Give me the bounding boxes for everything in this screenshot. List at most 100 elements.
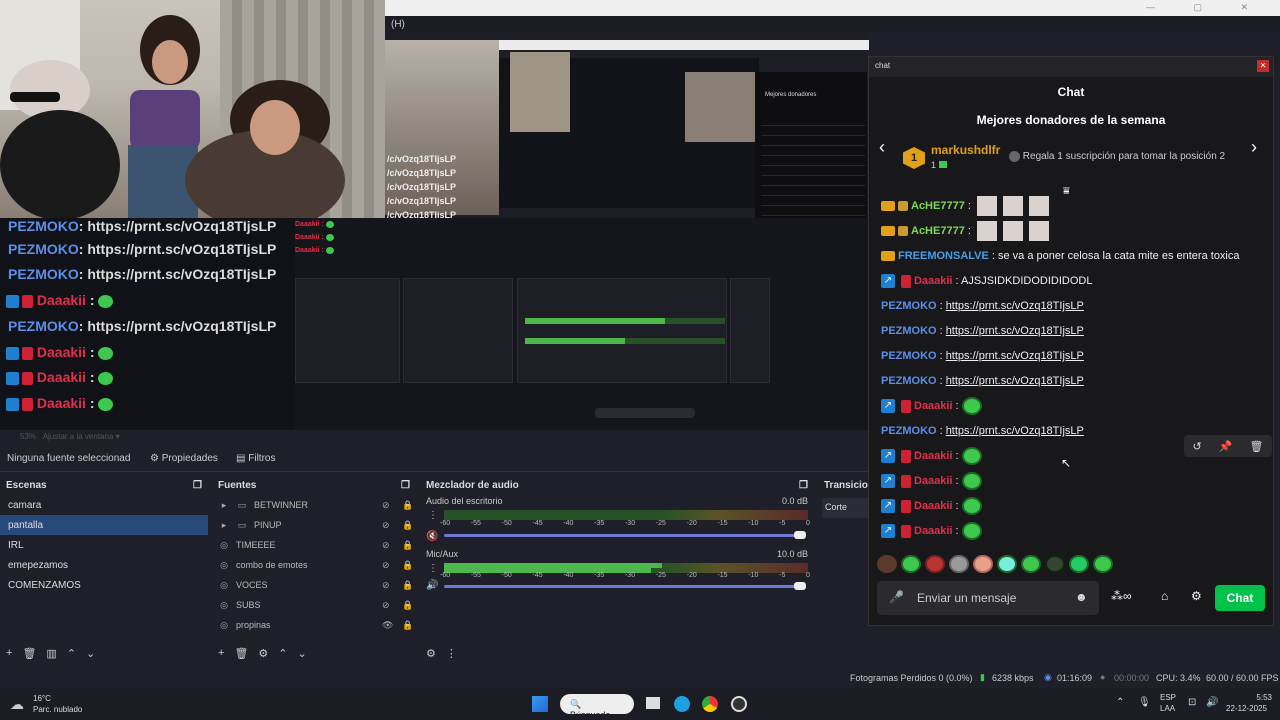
emote-icon[interactable] [961, 447, 982, 465]
emote-icon[interactable] [997, 555, 1017, 573]
add-icon[interactable]: + [218, 647, 224, 660]
mic-tray-icon[interactable]: 🎙 [1138, 697, 1151, 708]
chat-link[interactable]: https://prnt.sc/vOzq18TIjsLP [946, 425, 1084, 437]
emote-icon[interactable] [1045, 555, 1065, 573]
chat-username[interactable]: PEZMOKO [881, 300, 937, 312]
properties-button[interactable]: ⚙ Propiedades [150, 453, 218, 464]
lock-icon[interactable]: 🔒 [400, 520, 416, 531]
volume-knob[interactable] [794, 582, 806, 590]
hidden-eye-icon[interactable]: ⊘ [382, 560, 394, 571]
lock-icon[interactable]: 🔒 [400, 500, 416, 511]
emote-icon[interactable] [973, 555, 993, 573]
chat-username[interactable]: PEZMOKO [881, 375, 937, 387]
gear-icon[interactable]: ⚙ [1191, 589, 1202, 603]
weather-text[interactable]: Parc. nublado [33, 705, 82, 714]
image-emote-icon[interactable] [1028, 221, 1049, 241]
emote-icon[interactable] [1021, 555, 1041, 573]
chat-message[interactable]: AcHE7777: [881, 221, 1049, 241]
muted-speaker-icon[interactable]: 🔇 [426, 531, 438, 542]
volume-slider[interactable] [444, 585, 804, 588]
emote-icon[interactable] [925, 555, 945, 573]
reply-icon[interactable]: ↺ [1193, 440, 1202, 453]
source-item[interactable]: ◎ TIMEEEE ⊘ 🔒 [212, 535, 416, 555]
chat-username[interactable]: Daaakii [914, 275, 953, 287]
lock-icon[interactable]: 🔒 [400, 560, 416, 571]
chat-username[interactable]: AcHE7777 [911, 225, 965, 237]
trash-icon[interactable]: 🗑 [234, 647, 248, 660]
emote-icon[interactable] [1069, 555, 1089, 573]
image-emote-icon[interactable] [1002, 221, 1023, 241]
microphone-icon[interactable]: 🎤 [889, 590, 904, 604]
chat-link[interactable]: https://prnt.sc/vOzq18TIjsLP [946, 350, 1084, 362]
kebab-menu-icon[interactable]: ⋮ [428, 563, 438, 574]
windows-start-icon[interactable] [532, 696, 548, 712]
source-item[interactable]: ◎ combo de emotes ⊘ 🔒 [212, 555, 416, 575]
window-controls[interactable]: — ▢ ✕ [1146, 2, 1266, 13]
obs-icon[interactable] [731, 696, 747, 712]
chat-message[interactable]: PEZMOKO: https://prnt.sc/vOzq18TIjsLP [881, 371, 1084, 391]
undock-icon[interactable]: ❐ [193, 480, 202, 491]
close-icon[interactable]: ✕ [1257, 60, 1269, 72]
add-icon[interactable]: + [6, 647, 12, 660]
chrome-icon[interactable] [702, 696, 718, 712]
volume-icon[interactable]: 🔊 [1206, 697, 1218, 708]
top-donor-name[interactable]: markushdlfr [931, 143, 1000, 157]
source-item[interactable]: ◎ SUBS ⊘ 🔒 [212, 595, 416, 615]
chat-username[interactable]: AcHE7777 [911, 200, 965, 212]
source-item[interactable]: ◎ propinas 👁 🔒 [212, 615, 416, 635]
chat-username[interactable]: Daaakii [914, 475, 953, 487]
emoji-icon[interactable]: ☻ [1075, 590, 1088, 604]
chat-username[interactable]: PEZMOKO [881, 325, 937, 337]
chat-username[interactable]: Daaakii [914, 500, 953, 512]
pin-icon[interactable]: 📌 [1219, 440, 1233, 453]
hidden-eye-icon[interactable]: ⊘ [382, 600, 394, 611]
up-arrow-icon[interactable]: ⌃ [67, 647, 76, 660]
scene-item[interactable]: IRL [0, 535, 208, 555]
chat-username[interactable]: FREEMONSALVE [898, 250, 989, 262]
chat-link[interactable]: https://prnt.sc/vOzq18TIjsLP [946, 300, 1084, 312]
hidden-eye-icon[interactable]: ⊘ [382, 500, 394, 511]
hidden-eye-icon[interactable]: ⊘ [382, 540, 394, 551]
source-item[interactable]: ▸ ▭ PINUP ⊘ 🔒 [212, 515, 416, 535]
chevron-right-icon[interactable]: › [1251, 137, 1257, 158]
lang-label[interactable]: ESP [1160, 693, 1176, 702]
lock-icon[interactable]: 🔒 [400, 580, 416, 591]
emote-icon[interactable] [961, 522, 982, 540]
scene-item[interactable]: camara [0, 495, 208, 515]
clock-time[interactable]: 5:53 [1236, 693, 1272, 702]
chat-username[interactable]: Daaakii [914, 525, 953, 537]
store-icon[interactable]: ⌂ [1161, 589, 1168, 603]
emote-icon[interactable] [961, 397, 982, 415]
up-arrow-icon[interactable]: ⌃ [278, 647, 287, 660]
chat-link[interactable]: https://prnt.sc/vOzq18TIjsLP [946, 375, 1084, 387]
chat-message[interactable]: PEZMOKO: https://prnt.sc/vOzq18TIjsLP [881, 421, 1084, 441]
task-view-icon[interactable] [646, 697, 660, 709]
settings-icon[interactable]: ⚙ [426, 647, 436, 660]
chat-message[interactable]: PEZMOKO: https://prnt.sc/vOzq18TIjsLP [881, 296, 1084, 316]
transition-select[interactable]: Corte [822, 498, 868, 518]
chevron-up-icon[interactable]: ⌃ [1116, 697, 1124, 708]
chat-message[interactable]: ↗ Daaakii: [881, 521, 982, 541]
chat-message[interactable]: ↗ Daaakii: AJSJSIDKDIDODIDIDODL [881, 271, 1092, 291]
kebab-menu-icon[interactable]: ⋮ [446, 647, 457, 660]
chat-message[interactable]: ↗ Daaakii: [881, 446, 982, 466]
expand-icon[interactable]: ▸ [218, 500, 230, 511]
hidden-eye-icon[interactable]: ⊘ [382, 520, 394, 531]
emote-icon[interactable] [877, 555, 897, 573]
chat-username[interactable]: PEZMOKO [881, 350, 937, 362]
menu-bar[interactable]: (H) [385, 16, 1280, 32]
message-input[interactable]: 🎤 Enviar un mensaje ☻ [877, 581, 1099, 615]
image-emote-icon[interactable] [1028, 196, 1049, 216]
hidden-eye-icon[interactable]: ⊘ [382, 580, 394, 591]
scene-item[interactable]: emepezamos [0, 555, 208, 575]
lock-icon[interactable]: 🔒 [400, 540, 416, 551]
volume-knob[interactable] [794, 531, 806, 539]
scroll-down-icon[interactable]: ⩸ [1063, 185, 1070, 198]
trash-icon[interactable]: 🗑 [22, 647, 36, 660]
eye-icon[interactable]: 👁 [382, 620, 394, 631]
emote-icon[interactable] [961, 472, 982, 490]
gift-sub-prompt[interactable]: Regala 1 suscripción para tomar la posic… [1009, 151, 1225, 162]
filter-icon[interactable]: ▥ [46, 647, 56, 660]
source-item[interactable]: ◎ VOCES ⊘ 🔒 [212, 575, 416, 595]
chat-message[interactable]: ↗ Daaakii: [881, 496, 982, 516]
